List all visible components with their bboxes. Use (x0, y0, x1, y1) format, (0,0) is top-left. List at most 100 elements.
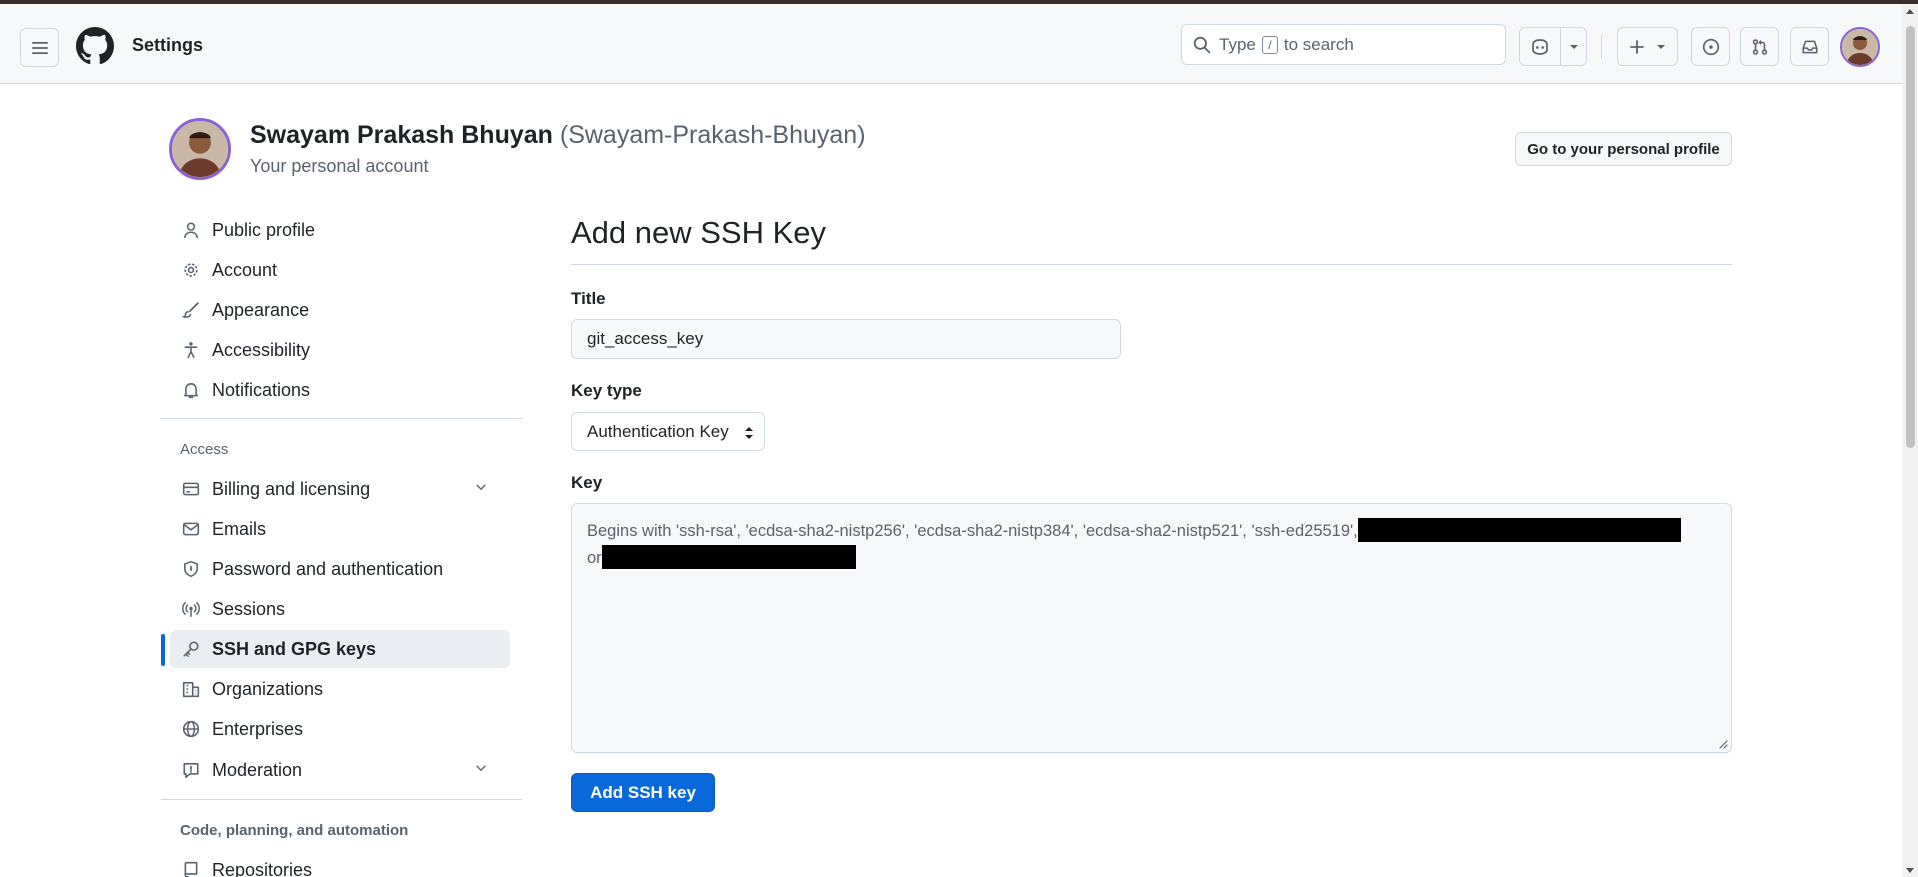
sidebar-item-label: Public profile (212, 219, 316, 240)
sidebar-item-label: Emails (212, 518, 267, 539)
scrollbar-thumb[interactable] (1906, 26, 1915, 448)
sidebar-item-label: Password and authentication (212, 558, 444, 579)
bell-icon (180, 379, 202, 401)
issue-opened-icon (1702, 38, 1719, 55)
key-textarea[interactable]: Begins with 'ssh-rsa', 'ecdsa-sha2-nistp… (571, 503, 1732, 753)
shield-icon (180, 558, 202, 580)
scroll-up-arrow-icon[interactable] (1906, 9, 1914, 14)
sidebar-item-appearance[interactable]: Appearance (170, 291, 510, 329)
gear-icon (180, 259, 202, 281)
hamburger-icon (31, 41, 48, 54)
sidebar-divider (161, 418, 522, 419)
page-title: Add new SSH Key (571, 215, 827, 250)
sidebar-item-public-profile[interactable]: Public profile (170, 211, 510, 249)
app-header: Settings Type / to search (0, 4, 1902, 84)
sidebar-item-organizations[interactable]: Organizations (170, 670, 510, 708)
sidebar-heading-access: Access (180, 441, 229, 458)
search-shortcut-key: / (1261, 35, 1278, 54)
sidebar-item-label: Sessions (212, 598, 286, 619)
avatar-image (1842, 29, 1878, 65)
title-label: Title (571, 289, 606, 308)
sidebar-divider (161, 799, 522, 800)
inbox-button[interactable] (1790, 27, 1829, 66)
add-ssh-key-button[interactable]: Add SSH key (571, 773, 715, 812)
page-context-title: Settings (132, 35, 204, 55)
copilot-button[interactable] (1519, 27, 1587, 66)
mail-icon (180, 518, 202, 540)
sidebar-item-sessions[interactable]: Sessions (170, 590, 510, 628)
search-input[interactable]: Type / to search (1181, 24, 1506, 65)
account-avatar (169, 118, 231, 180)
sidebar-item-account[interactable]: Account (170, 251, 510, 289)
redaction-bar (1357, 518, 1681, 542)
globe-icon (180, 718, 202, 740)
sidebar-item-label: Billing and licensing (212, 478, 371, 499)
sidebar-item-label: Moderation (212, 759, 303, 780)
key-type-label: Key type (571, 381, 642, 400)
credit-card-icon (180, 478, 202, 500)
title-field[interactable]: git_access_key (571, 319, 1121, 359)
resize-handle-icon[interactable] (1718, 739, 1728, 749)
key-placeholder-or: or (587, 549, 602, 567)
report-icon (180, 759, 202, 781)
menu-button[interactable] (20, 28, 59, 67)
sidebar-item-label: Appearance (212, 299, 310, 320)
page-scrollbar[interactable] (1902, 4, 1918, 877)
account-login[interactable]: (Swayam-Prakash-Bhuyan) (560, 121, 866, 149)
paintbrush-icon (180, 299, 202, 321)
select-arrows-icon (745, 427, 753, 439)
search-prefix: Type (1219, 34, 1256, 54)
github-logo-icon[interactable] (76, 27, 114, 65)
copilot-divider (1560, 28, 1561, 65)
account-display-name: Swayam Prakash Bhuyan (250, 121, 553, 149)
key-placeholder-start: Begins with 'ssh-rsa', 'ecdsa-sha2-nistp… (587, 522, 1358, 540)
sidebar-item-label: Accessibility (212, 339, 311, 360)
header-divider (1601, 35, 1602, 59)
sidebar-item-label: Enterprises (212, 718, 304, 739)
accessibility-icon (180, 339, 202, 361)
search-suffix: to search (1283, 34, 1354, 54)
issues-button[interactable] (1691, 27, 1730, 66)
person-icon (180, 219, 202, 241)
user-avatar[interactable] (1840, 27, 1880, 67)
sidebar-item-moderation[interactable]: Moderation (170, 751, 510, 789)
chevron-down-icon (1657, 45, 1665, 49)
key-type-select[interactable]: Authentication Key (571, 412, 765, 451)
pull-request-icon (1752, 38, 1767, 55)
go-to-profile-button[interactable]: Go to your personal profile (1515, 132, 1732, 166)
sidebar-item-label: Notifications (212, 379, 311, 400)
key-label: Key (571, 473, 603, 492)
scroll-down-arrow-icon[interactable] (1906, 868, 1914, 873)
key-type-value: Authentication Key (587, 421, 729, 441)
sidebar-item-password[interactable]: Password and authentication (170, 550, 510, 588)
account-subtitle: Your personal account (250, 156, 429, 176)
organization-icon (180, 678, 202, 700)
pull-requests-button[interactable] (1740, 27, 1779, 66)
create-new-button[interactable] (1617, 27, 1678, 66)
sidebar-item-label: SSH and GPG keys (212, 638, 377, 659)
plus-icon (1630, 40, 1644, 54)
title-field-value: git_access_key (587, 329, 704, 348)
redaction-bar (601, 545, 856, 569)
sidebar-item-ssh-gpg-keys[interactable]: SSH and GPG keys (170, 630, 510, 668)
sidebar-item-notifications[interactable]: Notifications (170, 371, 510, 409)
sidebar-item-repositories[interactable]: Repositories (170, 851, 510, 877)
inbox-icon (1801, 40, 1818, 53)
sidebar-item-enterprises[interactable]: Enterprises (170, 710, 510, 748)
sidebar-heading-code: Code, planning, and automation (180, 822, 409, 839)
sidebar-item-billing[interactable]: Billing and licensing (170, 470, 510, 508)
title-divider (571, 264, 1732, 265)
sidebar-item-accessibility[interactable]: Accessibility (170, 331, 510, 369)
active-indicator (161, 634, 165, 666)
chevron-down-icon[interactable] (474, 761, 488, 775)
key-icon (180, 638, 202, 660)
sidebar-item-label: Organizations (212, 678, 324, 699)
account-name: Swayam Prakash Bhuyan (Swayam-Prakash-Bh… (250, 121, 866, 150)
avatar-image (172, 121, 228, 177)
copilot-icon (1532, 39, 1548, 55)
chevron-down-icon[interactable] (1569, 44, 1579, 51)
sidebar-item-emails[interactable]: Emails (170, 510, 510, 548)
sidebar-item-label: Repositories (212, 859, 313, 877)
chevron-down-icon[interactable] (474, 480, 488, 494)
search-icon (1193, 36, 1211, 53)
